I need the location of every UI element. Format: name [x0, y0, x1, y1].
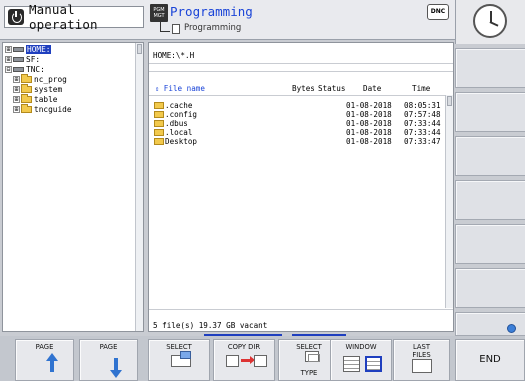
header-bar: Manual operation PGM MGT Programming Pro… [0, 0, 455, 40]
copy-arrow-icon [241, 356, 255, 364]
column-header-name[interactable]: ⇕ File name [155, 84, 205, 93]
softkey-level-indicator [507, 324, 516, 333]
file-list[interactable]: .cache 01-08-2018 08:05:31 .config 01-08… [149, 95, 447, 308]
tree-item-sf[interactable]: ⊞ SF: [5, 55, 40, 64]
expand-icon[interactable]: ⊞ [5, 56, 12, 63]
tree-item-tnc[interactable]: ⊟ TNC: [5, 65, 45, 74]
tree-item-home[interactable]: ⊞ HOME: [5, 45, 52, 54]
source-folder-icon [226, 355, 239, 367]
folder-icon [21, 74, 32, 83]
column-header-bytes[interactable]: Bytes [292, 84, 315, 93]
dnc-badge: DNC [427, 4, 449, 20]
vertical-softkey-2[interactable] [455, 92, 525, 132]
folder-icon [154, 129, 164, 136]
directory-tree[interactable]: ⊞ HOME: ⊞ SF: ⊟ TNC: ⊞ nc_prog ⊞ system … [2, 42, 144, 332]
scrollbar-thumb[interactable] [137, 44, 142, 54]
select-softkey[interactable]: SELECT [148, 339, 210, 381]
vertical-softkey-5[interactable] [455, 224, 525, 264]
drive-icon [13, 67, 24, 72]
sub-arrow-icon [160, 22, 170, 32]
operating-mode-box[interactable]: Manual operation [4, 2, 144, 32]
hand-wheel-icon [8, 9, 24, 25]
folder-icon [154, 111, 164, 118]
column-header-status[interactable]: Status [318, 84, 345, 93]
column-header-date[interactable]: Date [363, 84, 381, 93]
tree-item-tncguide[interactable]: ⊞ tncguide [13, 104, 72, 114]
status-area: 5 file(s) 19.37 GB vacant [149, 309, 453, 331]
page-up-softkey[interactable]: PAGE [15, 339, 74, 381]
file-list-scrollbar[interactable] [445, 95, 453, 308]
drive-icon [13, 47, 24, 52]
operating-mode-label: Manual operation [29, 2, 98, 32]
vertical-softkey-3[interactable] [455, 136, 525, 176]
file-type-icon [305, 351, 320, 362]
expand-icon[interactable]: ⊞ [13, 96, 20, 103]
end-softkey[interactable]: END [455, 339, 525, 381]
file-row[interactable]: .dbus 01-08-2018 07:33:44 [149, 119, 447, 128]
file-row[interactable]: .local 01-08-2018 07:33:44 [149, 128, 447, 137]
file-row[interactable]: .config 01-08-2018 07:57:48 [149, 110, 447, 119]
recent-files-icon [412, 359, 432, 373]
collapse-icon[interactable]: ⊟ [5, 66, 12, 73]
file-row[interactable]: Desktop 01-08-2018 07:33:47 [149, 137, 447, 146]
tree-item-system[interactable]: ⊞ system [13, 84, 63, 94]
tree-item-label: TNC: [26, 65, 45, 74]
vertical-softkey-6[interactable] [455, 268, 525, 308]
vertical-softkey-1[interactable] [455, 48, 525, 88]
folder-icon [154, 138, 164, 145]
copy-dir-softkey[interactable]: COPY DIR [213, 339, 275, 381]
tree-scrollbar[interactable] [135, 43, 143, 331]
folder-icon [21, 104, 32, 113]
arrow-down-icon [110, 358, 122, 378]
divider [149, 63, 453, 64]
folder-icon [21, 94, 32, 103]
file-count-status: 5 file(s) 19.37 GB vacant [153, 321, 268, 330]
folder-icon [154, 102, 164, 109]
pgm-mgt-icon: PGM MGT [150, 4, 168, 22]
clock-icon [473, 4, 507, 38]
file-row[interactable]: .cache 01-08-2018 08:05:31 [149, 101, 447, 110]
expand-icon[interactable]: ⊞ [13, 106, 20, 113]
tree-item-label: nc_prog [34, 75, 67, 84]
folder-icon [21, 84, 32, 93]
last-files-softkey[interactable]: LAST FILES [393, 339, 450, 381]
tree-item-nc-prog[interactable]: ⊞ nc_prog [13, 74, 67, 84]
tree-item-label: tncguide [34, 105, 72, 114]
sort-icon: ⇕ [155, 85, 160, 93]
window-softkey[interactable]: WINDOW [330, 339, 392, 381]
tree-item-table[interactable]: ⊞ table [13, 94, 58, 104]
folder-icon [154, 120, 164, 127]
tree-item-label: SF: [26, 55, 41, 64]
expand-icon[interactable]: ⊞ [13, 76, 20, 83]
tree-item-label: system [34, 85, 63, 94]
program-file-icon [172, 24, 180, 34]
drive-icon [13, 57, 24, 62]
program-mode-title: Programming [170, 4, 253, 19]
arrow-up-icon [46, 353, 58, 372]
tree-item-label: table [34, 95, 58, 104]
path-filter: HOME:\*.H [153, 51, 195, 60]
tree-item-label: HOME: [26, 45, 52, 54]
select-file-icon [171, 351, 191, 367]
vertical-softkey-7[interactable] [455, 312, 525, 336]
single-window-icon [343, 356, 360, 372]
expand-icon[interactable]: ⊞ [5, 46, 12, 53]
split-window-icon [365, 356, 382, 372]
file-list-panel: HOME:\*.H ⇕ File name Bytes Status Date … [148, 42, 454, 332]
clock-softkey[interactable] [455, 0, 525, 44]
scrollbar-thumb[interactable] [447, 96, 452, 106]
program-mode-subtitle: Programming [184, 23, 242, 33]
page-down-softkey[interactable]: PAGE [79, 339, 138, 381]
target-folder-icon [254, 355, 267, 367]
expand-icon[interactable]: ⊞ [13, 86, 20, 93]
column-header-time[interactable]: Time [412, 84, 430, 93]
vertical-softkey-4[interactable] [455, 180, 525, 220]
divider [149, 71, 453, 72]
